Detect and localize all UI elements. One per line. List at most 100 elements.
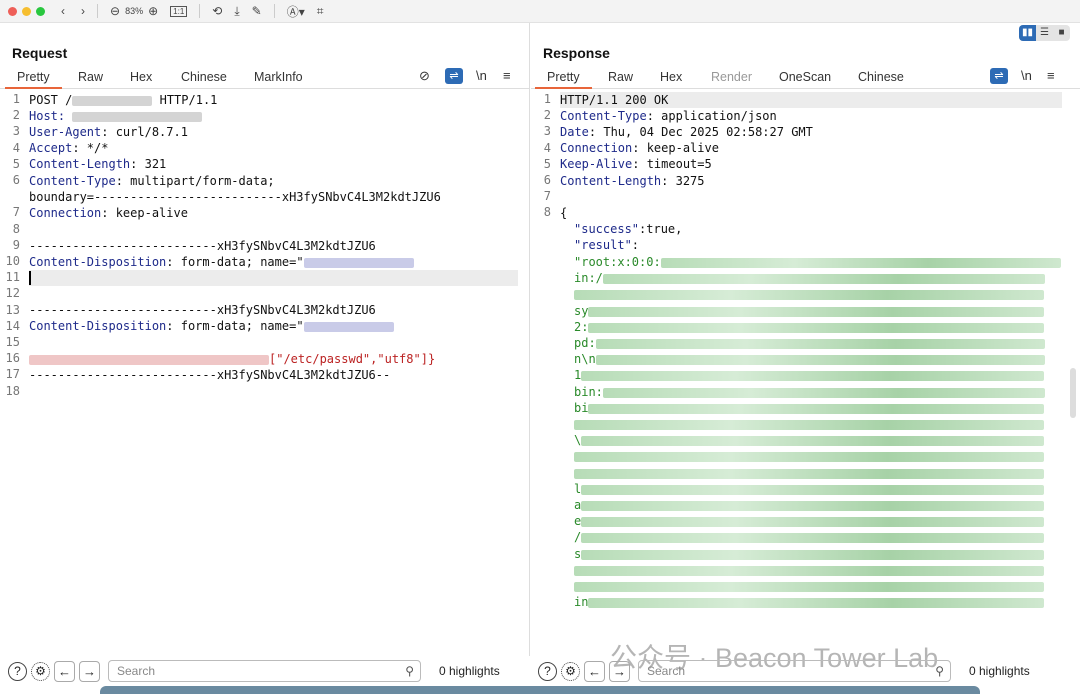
response-body-line: / xyxy=(574,529,1066,545)
next-match-button[interactable]: → xyxy=(609,660,630,682)
eye-slash-icon[interactable]: ⊘ xyxy=(419,68,430,84)
search-icon: ⚲ xyxy=(935,664,944,678)
help-icon[interactable]: ? xyxy=(8,661,27,681)
code-line: --------------------------xH3fySNbvC4L3M… xyxy=(29,239,376,253)
next-match-button[interactable]: → xyxy=(79,660,100,682)
wrap-icon[interactable]: ⇌ xyxy=(445,68,463,84)
code-line: { xyxy=(560,206,568,220)
response-search-bar: ? ⚙ ← → Search ⚲ 0 highlights xyxy=(538,656,1030,686)
close-window-button[interactable] xyxy=(8,6,17,16)
search-icon: ⚲ xyxy=(405,664,414,678)
rotate-icon[interactable]: ⟲ xyxy=(212,4,222,18)
search-input[interactable]: Search ⚲ xyxy=(638,660,951,682)
back-icon[interactable]: ‹ xyxy=(61,4,65,18)
response-title: Response xyxy=(543,45,610,61)
line-number: 1 xyxy=(543,92,551,106)
line-number: 13 xyxy=(5,303,20,317)
response-body-line xyxy=(574,465,1066,481)
request-tabs: Pretty Raw Hex Chinese MarkInfo ⊘ ⇌ \n ≡ xyxy=(0,67,529,89)
viewer-toolbar: ‹ › ⊖ 83% ⊕ 1:1 ⟲ ⤓ ✎ Ⓐ▾ ⌗ xyxy=(0,0,1080,23)
tab-chinese[interactable]: Chinese xyxy=(858,70,904,84)
response-body-line: 2: xyxy=(574,319,1066,335)
zoom-in-icon[interactable]: ⊕ xyxy=(148,4,158,18)
maximize-window-button[interactable] xyxy=(36,6,45,16)
code-line: POST / HTTP/1.1 xyxy=(29,93,218,107)
line-number: 8 xyxy=(12,222,20,236)
split-horizontal-icon[interactable]: ☰ xyxy=(1036,25,1053,41)
line-number: 2 xyxy=(543,108,551,122)
scan-icon[interactable]: ⌗ xyxy=(317,4,324,19)
response-body-line xyxy=(574,416,1066,432)
line-number: 7 xyxy=(543,189,551,203)
annotate-icon[interactable]: Ⓐ▾ xyxy=(287,3,305,20)
zoom-out-icon[interactable]: ⊖ xyxy=(110,4,120,18)
tab-pretty[interactable]: Pretty xyxy=(535,70,592,89)
settings-gear-icon[interactable]: ⚙ xyxy=(561,661,580,681)
line-number: 15 xyxy=(5,335,20,349)
previous-match-button[interactable]: ← xyxy=(54,660,75,682)
download-icon[interactable]: ⤓ xyxy=(234,4,239,19)
code-line: Content-Disposition: form-data; name=" xyxy=(29,318,519,334)
line-number: 3 xyxy=(543,124,551,138)
response-body-line: n\n xyxy=(574,351,1066,367)
search-input[interactable]: Search ⚲ xyxy=(108,660,421,682)
split-vertical-icon[interactable]: ▮▮ xyxy=(1019,25,1036,41)
tab-pretty[interactable]: Pretty xyxy=(5,70,62,89)
newline-icon[interactable]: \n xyxy=(1021,68,1032,83)
tab-markinfo[interactable]: MarkInfo xyxy=(254,70,303,84)
line-number: 10 xyxy=(5,254,20,268)
response-body-line: l xyxy=(574,481,1066,497)
macos-dock xyxy=(100,686,980,694)
line-number: 2 xyxy=(12,108,20,122)
menu-icon[interactable]: ≡ xyxy=(1047,68,1055,83)
help-icon[interactable]: ? xyxy=(538,661,557,681)
wrap-icon[interactable]: ⇌ xyxy=(990,68,1008,84)
request-search-bar: ? ⚙ ← → Search ⚲ 0 highlights xyxy=(8,656,500,686)
edit-icon[interactable]: ✎ xyxy=(252,4,262,18)
newline-icon[interactable]: \n xyxy=(476,68,487,83)
line-number: 5 xyxy=(543,157,551,171)
code-line: Keep-Alive: timeout=5 xyxy=(560,157,712,171)
response-body-line xyxy=(574,286,1066,302)
response-body-line: sy xyxy=(574,303,1066,319)
forward-icon[interactable]: › xyxy=(81,4,85,18)
tab-hex[interactable]: Hex xyxy=(130,70,152,84)
line-number: 11 xyxy=(5,270,20,284)
code-line: Connection: keep-alive xyxy=(29,206,188,220)
line-number: 9 xyxy=(12,238,20,252)
request-panel: Request Pretty Raw Hex Chinese MarkInfo … xyxy=(0,23,530,656)
layout-switcher[interactable]: ▮▮ ☰ ■ xyxy=(1019,25,1070,41)
response-body-line xyxy=(574,562,1066,578)
response-body-line: in xyxy=(574,594,1066,610)
tab-onescan[interactable]: OneScan xyxy=(779,70,831,84)
single-pane-icon[interactable]: ■ xyxy=(1053,25,1070,41)
menu-icon[interactable]: ≡ xyxy=(503,68,511,83)
actual-size-icon[interactable]: 1:1 xyxy=(170,5,188,17)
response-body-line: \ xyxy=(574,432,1066,448)
response-body-line: s xyxy=(574,546,1066,562)
request-title: Request xyxy=(12,45,68,61)
line-number: 18 xyxy=(5,384,20,398)
response-body-line: in:/ xyxy=(574,270,1066,286)
tab-chinese[interactable]: Chinese xyxy=(181,70,227,84)
response-body-line: bi xyxy=(574,400,1066,416)
response-body-line: pd: xyxy=(574,335,1066,351)
tab-raw[interactable]: Raw xyxy=(608,70,633,84)
code-line: boundary=--------------------------xH3fy… xyxy=(29,190,441,204)
response-body-line: e xyxy=(574,513,1066,529)
line-number: 17 xyxy=(5,367,20,381)
tab-raw[interactable]: Raw xyxy=(78,70,103,84)
tab-hex[interactable]: Hex xyxy=(660,70,682,84)
code-line: "result": xyxy=(574,238,640,252)
line-number: 6 xyxy=(543,173,551,187)
line-number: 5 xyxy=(12,157,20,171)
settings-gear-icon[interactable]: ⚙ xyxy=(31,661,50,681)
code-line: Host: xyxy=(29,108,519,124)
line-number: 4 xyxy=(543,141,551,155)
scrollbar[interactable] xyxy=(1070,368,1076,418)
minimize-window-button[interactable] xyxy=(22,6,31,16)
line-number: 7 xyxy=(12,205,20,219)
code-line: Content-Length: 3275 xyxy=(560,174,705,188)
code-line: Date: Thu, 04 Dec 2025 02:58:27 GMT xyxy=(560,125,813,139)
previous-match-button[interactable]: ← xyxy=(584,660,605,682)
